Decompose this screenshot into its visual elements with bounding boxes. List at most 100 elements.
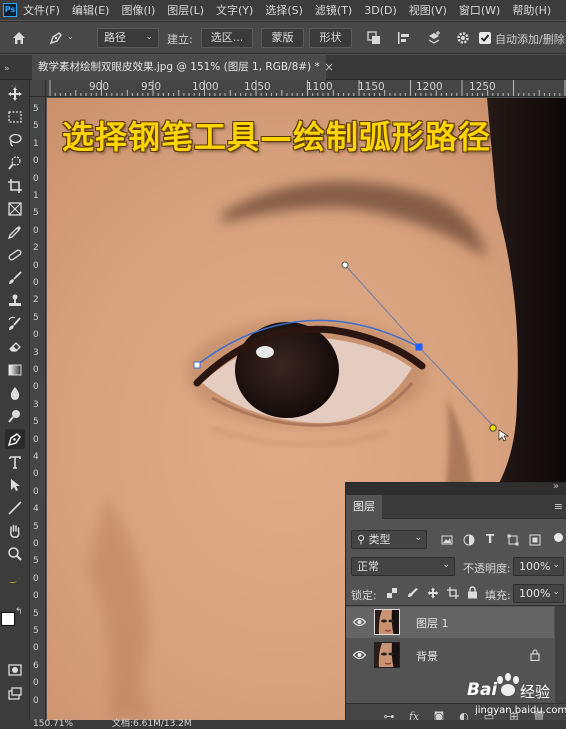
type-tool[interactable] (5, 452, 25, 472)
ruler-label: 1200 (416, 81, 443, 93)
direction-handle-point[interactable] (341, 261, 349, 269)
panel-collapse-icon[interactable]: » (4, 64, 10, 74)
ruler-label: 1 (33, 191, 39, 201)
pen-tool[interactable] (5, 429, 25, 449)
filter-shape-icon[interactable] (507, 534, 519, 546)
menu-help[interactable]: 帮助(H) (512, 2, 551, 18)
pen-tool-preset-icon[interactable] (48, 30, 64, 46)
edit-toolbar[interactable] (5, 570, 25, 590)
frame-tool[interactable] (5, 199, 25, 219)
zoom-level[interactable]: 150.71% (33, 720, 73, 729)
gear-icon[interactable] (455, 30, 471, 46)
gradient-tool[interactable] (5, 360, 25, 380)
close-tab-icon[interactable]: × (322, 59, 336, 75)
swap-colors-icon[interactable]: ↰ (15, 607, 23, 617)
crop-tool[interactable] (5, 176, 25, 196)
marquee-tool[interactable] (5, 107, 25, 127)
foreground-color-swatch[interactable] (1, 612, 15, 626)
eraser-tool[interactable] (5, 337, 25, 357)
clone-stamp-tool[interactable] (5, 291, 25, 311)
eyedropper-tool[interactable] (5, 222, 25, 242)
path-operations-icon[interactable] (366, 30, 382, 46)
hand-tool[interactable] (5, 521, 25, 541)
horizontal-ruler: 900 950 1000 1050 1100 1150 1200 1250 (46, 80, 566, 97)
ruler-origin[interactable] (30, 80, 46, 97)
fill-field[interactable]: 100% ⌄ (513, 584, 564, 603)
filter-type-icon[interactable]: T (486, 532, 494, 546)
filter-adjustment-icon[interactable] (463, 534, 475, 546)
arc-work-path[interactable] (196, 319, 420, 366)
pen-icon (7, 433, 21, 447)
visibility-eye-icon[interactable] (353, 650, 366, 660)
quick-mask-icon (8, 664, 22, 676)
eyedropper-icon (7, 226, 21, 240)
ruler-label: 0 (33, 365, 39, 375)
make-selection-button[interactable]: 选区... (201, 28, 253, 48)
healing-brush-tool[interactable] (5, 245, 25, 265)
layer-row[interactable]: 背景 (346, 640, 554, 671)
zoom-tool[interactable] (5, 544, 25, 564)
layer-row[interactable]: 图层 1 (346, 607, 554, 638)
ruler-label: 0 (33, 225, 39, 236)
frame-icon (8, 202, 22, 216)
menu-window[interactable]: 窗口(W) (459, 2, 500, 18)
anchor-point-end[interactable] (415, 343, 423, 351)
menu-view[interactable]: 视图(V) (409, 2, 447, 18)
layer-name[interactable]: 图层 1 (416, 615, 449, 631)
blend-mode-select[interactable]: 正常 ⌄ (351, 557, 455, 576)
filter-toggle-icon[interactable] (554, 533, 563, 542)
collapse-panel-icon[interactable]: » (553, 481, 559, 492)
menu-layer[interactable]: 图层(L) (167, 2, 204, 18)
layer-filter-select[interactable]: ⚲ 类型 ⌄ (351, 530, 427, 549)
quick-selection-tool[interactable] (5, 153, 25, 173)
lock-transparent-pixels-icon[interactable] (386, 587, 398, 599)
home-icon[interactable] (11, 30, 27, 46)
anchor-point-start[interactable] (193, 361, 201, 369)
layer-name[interactable]: 背景 (416, 648, 438, 664)
path-selection-tool[interactable] (5, 475, 25, 495)
layer-lock-icon (530, 649, 540, 661)
tab-layers[interactable]: 图层 (346, 495, 382, 519)
menu-image[interactable]: 图像(I) (121, 2, 155, 18)
auto-add-delete-checkbox[interactable] (479, 32, 491, 44)
watermark-url: jingyan.baidu.com (475, 705, 566, 716)
document-tab[interactable]: 教学素材绘制双眼皮效果.jpg @ 151% (图层 1, RGB/8#) * (32, 55, 326, 80)
menu-edit[interactable]: 编辑(E) (72, 2, 110, 18)
tools-panel: ·· ↰ (0, 80, 30, 720)
visibility-eye-icon[interactable] (353, 617, 366, 627)
lock-all-icon[interactable] (467, 586, 478, 599)
quick-mask-button[interactable] (5, 660, 25, 680)
menu-file[interactable]: 文件(F) (23, 2, 60, 18)
ruler-label: 3 (33, 347, 39, 358)
move-tool[interactable] (5, 84, 25, 104)
path-alignment-icon[interactable] (396, 30, 412, 46)
history-brush-tool[interactable] (5, 314, 25, 334)
menu-type[interactable]: 文字(Y) (216, 2, 253, 18)
menu-filter[interactable]: 滤镜(T) (315, 2, 352, 18)
preset-dropdown-arrow-icon[interactable]: ⌄ (67, 32, 74, 41)
ruler-label: 0 (33, 156, 39, 167)
make-mask-button[interactable]: 蒙版 (261, 28, 304, 48)
blur-tool[interactable] (5, 383, 25, 403)
menu-select[interactable]: 选择(S) (265, 2, 303, 18)
screen-mode-button[interactable] (5, 684, 25, 704)
lasso-tool[interactable] (5, 130, 25, 150)
path-arrangement-icon[interactable] (426, 30, 442, 46)
make-shape-button[interactable]: 形状 (309, 28, 352, 48)
line-tool[interactable] (5, 498, 25, 518)
photoshop-logo[interactable]: Ps (3, 3, 17, 17)
ruler-label: 2 (33, 295, 39, 306)
direction-handle-point[interactable] (489, 424, 497, 432)
menu-3d[interactable]: 3D(D) (364, 4, 397, 17)
lock-position-icon[interactable] (427, 587, 439, 599)
panel-menu-icon[interactable]: ≡ (554, 500, 563, 513)
lock-artboard-icon[interactable] (447, 587, 459, 599)
dodge-tool[interactable] (5, 406, 25, 426)
tool-mode-select[interactable]: 路径 ⌄ (97, 28, 159, 48)
filter-pixel-icon[interactable] (441, 534, 453, 546)
ruler-label: 0 (33, 382, 39, 393)
brush-tool[interactable] (5, 268, 25, 288)
lock-image-pixels-icon[interactable] (407, 587, 419, 599)
filter-smart-object-icon[interactable] (529, 534, 541, 546)
opacity-field[interactable]: 100% ⌄ (513, 557, 564, 576)
